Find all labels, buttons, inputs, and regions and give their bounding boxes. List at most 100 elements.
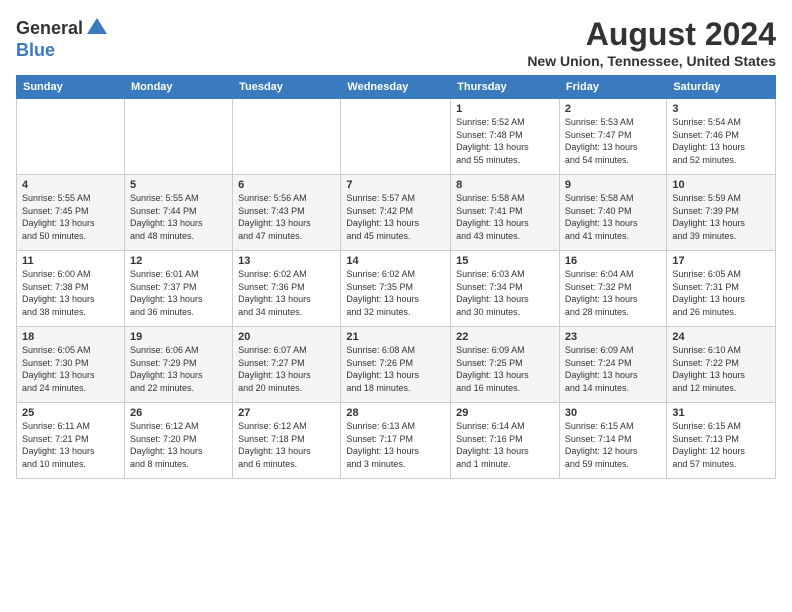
- day-number: 20: [238, 331, 335, 343]
- day-info: Sunrise: 6:05 AM Sunset: 7:30 PM Dayligh…: [22, 344, 119, 394]
- calendar-cell: 13Sunrise: 6:02 AM Sunset: 7:36 PM Dayli…: [233, 251, 341, 327]
- day-number: 21: [346, 331, 445, 343]
- day-number: 19: [130, 331, 227, 343]
- calendar-cell: 4Sunrise: 5:55 AM Sunset: 7:45 PM Daylig…: [17, 175, 125, 251]
- calendar-week-row: 4Sunrise: 5:55 AM Sunset: 7:45 PM Daylig…: [17, 175, 776, 251]
- page: General Blue August 2024 New Union, Tenn…: [0, 0, 792, 612]
- day-number: 16: [565, 255, 661, 267]
- calendar-week-row: 11Sunrise: 6:00 AM Sunset: 7:38 PM Dayli…: [17, 251, 776, 327]
- calendar-cell: 16Sunrise: 6:04 AM Sunset: 7:32 PM Dayli…: [559, 251, 666, 327]
- day-number: 7: [346, 179, 445, 191]
- day-number: 15: [456, 255, 554, 267]
- day-info: Sunrise: 5:54 AM Sunset: 7:46 PM Dayligh…: [672, 116, 770, 166]
- day-number: 25: [22, 407, 119, 419]
- day-info: Sunrise: 5:52 AM Sunset: 7:48 PM Dayligh…: [456, 116, 554, 166]
- header: General Blue August 2024 New Union, Tenn…: [16, 16, 776, 69]
- day-info: Sunrise: 6:03 AM Sunset: 7:34 PM Dayligh…: [456, 268, 554, 318]
- calendar-cell: 31Sunrise: 6:15 AM Sunset: 7:13 PM Dayli…: [667, 403, 776, 479]
- calendar-cell: 26Sunrise: 6:12 AM Sunset: 7:20 PM Dayli…: [124, 403, 232, 479]
- calendar-cell: 1Sunrise: 5:52 AM Sunset: 7:48 PM Daylig…: [451, 99, 560, 175]
- header-monday: Monday: [124, 76, 232, 99]
- calendar-cell: 6Sunrise: 5:56 AM Sunset: 7:43 PM Daylig…: [233, 175, 341, 251]
- day-info: Sunrise: 5:58 AM Sunset: 7:41 PM Dayligh…: [456, 192, 554, 242]
- day-info: Sunrise: 5:57 AM Sunset: 7:42 PM Dayligh…: [346, 192, 445, 242]
- calendar-cell: 7Sunrise: 5:57 AM Sunset: 7:42 PM Daylig…: [341, 175, 451, 251]
- day-number: 12: [130, 255, 227, 267]
- header-tuesday: Tuesday: [233, 76, 341, 99]
- calendar-cell: 8Sunrise: 5:58 AM Sunset: 7:41 PM Daylig…: [451, 175, 560, 251]
- calendar-cell: 21Sunrise: 6:08 AM Sunset: 7:26 PM Dayli…: [341, 327, 451, 403]
- header-sunday: Sunday: [17, 76, 125, 99]
- calendar-cell: 24Sunrise: 6:10 AM Sunset: 7:22 PM Dayli…: [667, 327, 776, 403]
- day-number: 23: [565, 331, 661, 343]
- calendar-cell: 17Sunrise: 6:05 AM Sunset: 7:31 PM Dayli…: [667, 251, 776, 327]
- calendar-cell: 11Sunrise: 6:00 AM Sunset: 7:38 PM Dayli…: [17, 251, 125, 327]
- calendar-cell: 3Sunrise: 5:54 AM Sunset: 7:46 PM Daylig…: [667, 99, 776, 175]
- day-info: Sunrise: 5:55 AM Sunset: 7:45 PM Dayligh…: [22, 192, 119, 242]
- day-info: Sunrise: 6:02 AM Sunset: 7:35 PM Dayligh…: [346, 268, 445, 318]
- day-number: 2: [565, 103, 661, 115]
- header-friday: Friday: [559, 76, 666, 99]
- day-number: 31: [672, 407, 770, 419]
- day-info: Sunrise: 6:06 AM Sunset: 7:29 PM Dayligh…: [130, 344, 227, 394]
- day-info: Sunrise: 6:09 AM Sunset: 7:24 PM Dayligh…: [565, 344, 661, 394]
- day-info: Sunrise: 6:01 AM Sunset: 7:37 PM Dayligh…: [130, 268, 227, 318]
- day-info: Sunrise: 6:14 AM Sunset: 7:16 PM Dayligh…: [456, 420, 554, 470]
- calendar-cell: 25Sunrise: 6:11 AM Sunset: 7:21 PM Dayli…: [17, 403, 125, 479]
- calendar-cell: 29Sunrise: 6:14 AM Sunset: 7:16 PM Dayli…: [451, 403, 560, 479]
- calendar: Sunday Monday Tuesday Wednesday Thursday…: [16, 75, 776, 479]
- day-number: 1: [456, 103, 554, 115]
- day-info: Sunrise: 6:04 AM Sunset: 7:32 PM Dayligh…: [565, 268, 661, 318]
- main-title: August 2024: [527, 16, 776, 53]
- calendar-week-row: 1Sunrise: 5:52 AM Sunset: 7:48 PM Daylig…: [17, 99, 776, 175]
- day-number: 6: [238, 179, 335, 191]
- calendar-cell: [341, 99, 451, 175]
- day-info: Sunrise: 5:59 AM Sunset: 7:39 PM Dayligh…: [672, 192, 770, 242]
- calendar-cell: 23Sunrise: 6:09 AM Sunset: 7:24 PM Dayli…: [559, 327, 666, 403]
- header-thursday: Thursday: [451, 76, 560, 99]
- day-number: 5: [130, 179, 227, 191]
- calendar-cell: 15Sunrise: 6:03 AM Sunset: 7:34 PM Dayli…: [451, 251, 560, 327]
- day-number: 27: [238, 407, 335, 419]
- header-wednesday: Wednesday: [341, 76, 451, 99]
- header-saturday: Saturday: [667, 76, 776, 99]
- calendar-cell: 19Sunrise: 6:06 AM Sunset: 7:29 PM Dayli…: [124, 327, 232, 403]
- day-info: Sunrise: 6:12 AM Sunset: 7:20 PM Dayligh…: [130, 420, 227, 470]
- day-info: Sunrise: 6:12 AM Sunset: 7:18 PM Dayligh…: [238, 420, 335, 470]
- day-number: 3: [672, 103, 770, 115]
- sub-title: New Union, Tennessee, United States: [527, 53, 776, 69]
- day-number: 28: [346, 407, 445, 419]
- calendar-cell: 2Sunrise: 5:53 AM Sunset: 7:47 PM Daylig…: [559, 99, 666, 175]
- logo: General Blue: [16, 16, 109, 61]
- calendar-header-row: Sunday Monday Tuesday Wednesday Thursday…: [17, 76, 776, 99]
- day-info: Sunrise: 6:15 AM Sunset: 7:14 PM Dayligh…: [565, 420, 661, 470]
- day-number: 26: [130, 407, 227, 419]
- day-info: Sunrise: 5:58 AM Sunset: 7:40 PM Dayligh…: [565, 192, 661, 242]
- calendar-week-row: 18Sunrise: 6:05 AM Sunset: 7:30 PM Dayli…: [17, 327, 776, 403]
- day-number: 8: [456, 179, 554, 191]
- day-info: Sunrise: 6:10 AM Sunset: 7:22 PM Dayligh…: [672, 344, 770, 394]
- day-number: 4: [22, 179, 119, 191]
- calendar-cell: 22Sunrise: 6:09 AM Sunset: 7:25 PM Dayli…: [451, 327, 560, 403]
- day-info: Sunrise: 5:53 AM Sunset: 7:47 PM Dayligh…: [565, 116, 661, 166]
- day-number: 11: [22, 255, 119, 267]
- logo-general-text: General: [16, 18, 83, 39]
- day-info: Sunrise: 6:09 AM Sunset: 7:25 PM Dayligh…: [456, 344, 554, 394]
- day-number: 24: [672, 331, 770, 343]
- day-number: 22: [456, 331, 554, 343]
- calendar-cell: [17, 99, 125, 175]
- calendar-cell: 30Sunrise: 6:15 AM Sunset: 7:14 PM Dayli…: [559, 403, 666, 479]
- day-number: 9: [565, 179, 661, 191]
- day-info: Sunrise: 6:07 AM Sunset: 7:27 PM Dayligh…: [238, 344, 335, 394]
- calendar-cell: 28Sunrise: 6:13 AM Sunset: 7:17 PM Dayli…: [341, 403, 451, 479]
- logo-blue-text: Blue: [16, 40, 55, 61]
- day-number: 13: [238, 255, 335, 267]
- day-info: Sunrise: 6:00 AM Sunset: 7:38 PM Dayligh…: [22, 268, 119, 318]
- day-number: 17: [672, 255, 770, 267]
- title-block: August 2024 New Union, Tennessee, United…: [527, 16, 776, 69]
- calendar-cell: 12Sunrise: 6:01 AM Sunset: 7:37 PM Dayli…: [124, 251, 232, 327]
- day-info: Sunrise: 6:02 AM Sunset: 7:36 PM Dayligh…: [238, 268, 335, 318]
- day-info: Sunrise: 6:13 AM Sunset: 7:17 PM Dayligh…: [346, 420, 445, 470]
- calendar-cell: 14Sunrise: 6:02 AM Sunset: 7:35 PM Dayli…: [341, 251, 451, 327]
- day-info: Sunrise: 6:15 AM Sunset: 7:13 PM Dayligh…: [672, 420, 770, 470]
